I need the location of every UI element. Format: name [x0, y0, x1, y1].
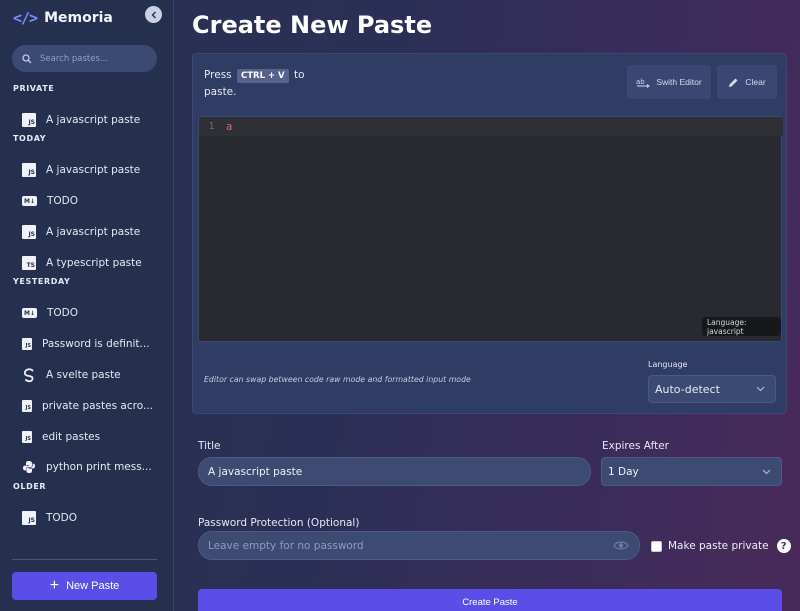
help-icon[interactable]: ?: [776, 539, 791, 553]
hint-prefix: Press: [204, 69, 232, 81]
javascript-file-icon: JS: [22, 511, 36, 525]
text-format-icon: ab: [636, 78, 651, 88]
brand[interactable]: </> Memoria: [13, 7, 113, 29]
javascript-file-icon: JS: [22, 400, 32, 412]
markdown-file-icon: M↓: [22, 196, 37, 206]
chevron-down-icon: [762, 469, 771, 474]
sidebar-item[interactable]: python print mess...: [22, 457, 157, 477]
title-label: Title: [198, 440, 221, 452]
typescript-file-icon: TS: [22, 256, 36, 270]
sidebar: </> Memoria PRIVATE JS A javascript past…: [0, 0, 174, 611]
sidebar-item-label: Password is definit...: [42, 338, 150, 350]
page-title: Create New Paste: [192, 11, 433, 39]
search-icon: [22, 53, 32, 63]
sidebar-item[interactable]: M↓ TODO: [22, 191, 157, 211]
switch-editor-label: Swith Editor: [656, 77, 702, 87]
sidebar-item-label: A javascript paste: [46, 114, 141, 126]
code-brackets-icon: </>: [13, 9, 38, 27]
new-paste-label: New Paste: [66, 580, 120, 592]
sidebar-item-label: private pastes acro...: [42, 400, 153, 412]
line-number: 1: [208, 121, 215, 132]
sidebar-item[interactable]: JS A javascript paste: [22, 160, 157, 180]
sidebar-item-label: A javascript paste: [46, 164, 141, 176]
section-label-today: TODAY: [13, 134, 47, 143]
create-paste-label: Create Paste: [462, 597, 518, 608]
password-label: Password Protection (Optional): [198, 517, 360, 529]
create-paste-button[interactable]: Create Paste: [198, 589, 782, 611]
private-toggle[interactable]: Make paste private ?: [651, 539, 791, 553]
javascript-file-icon: JS: [22, 338, 32, 350]
sidebar-item[interactable]: JS A javascript paste: [22, 110, 157, 130]
svg-text:ab: ab: [636, 78, 645, 86]
password-input[interactable]: Leave empty for no password: [198, 531, 640, 560]
expires-select[interactable]: 1 Day: [601, 457, 782, 486]
sidebar-item[interactable]: TS A typescript paste: [22, 253, 157, 273]
expires-label: Expires After: [602, 440, 669, 452]
switch-editor-button[interactable]: ab Swith Editor: [627, 65, 711, 99]
sidebar-item[interactable]: JS edit pastes: [22, 427, 157, 447]
brand-name: Memoria: [44, 10, 113, 26]
sidebar-item-label: A svelte paste: [46, 369, 121, 381]
python-icon: [23, 461, 35, 473]
sidebar-item-label: A typescript paste: [46, 257, 142, 269]
sidebar-item[interactable]: A svelte paste: [22, 365, 157, 385]
new-paste-button[interactable]: + New Paste: [12, 572, 157, 600]
plus-icon: +: [49, 577, 60, 594]
paste-hint: Press CTRL + V to paste.: [204, 67, 314, 101]
code-editor[interactable]: 1 a Language: javascript: [198, 116, 783, 342]
language-select[interactable]: Auto-detect: [648, 375, 776, 403]
sidebar-item-label: edit pastes: [42, 431, 101, 443]
sidebar-item-label: A javascript paste: [46, 226, 141, 238]
javascript-file-icon: JS: [22, 113, 36, 127]
eye-icon[interactable]: [613, 540, 629, 551]
shortcut-key: CTRL + V: [236, 69, 289, 83]
javascript-file-icon: JS: [22, 163, 36, 177]
editor-card: Press CTRL + V to paste. ab Swith Editor…: [192, 53, 787, 414]
language-label: Language: [648, 360, 688, 369]
private-checkbox[interactable]: [651, 540, 662, 552]
javascript-file-icon: JS: [22, 431, 32, 443]
expires-value: 1 Day: [608, 465, 639, 478]
sidebar-item[interactable]: JS private pastes acro...: [22, 396, 157, 416]
section-label-private: PRIVATE: [13, 84, 55, 93]
sidebar-item-label: TODO: [47, 307, 79, 319]
code-text: a: [226, 120, 233, 133]
password-placeholder: Leave empty for no password: [208, 539, 364, 552]
section-label-older: OLDER: [13, 482, 47, 491]
sidebar-item[interactable]: JS A javascript paste: [22, 222, 157, 242]
editor-note: Editor can swap between code raw mode an…: [204, 375, 471, 384]
clear-button[interactable]: Clear: [717, 65, 777, 99]
sidebar-item[interactable]: JS TODO: [22, 508, 157, 528]
sidebar-item-label: TODO: [47, 195, 79, 207]
title-value: A javascript paste: [208, 465, 303, 478]
code-line: 1 a: [199, 117, 783, 136]
chevron-down-icon: [756, 386, 765, 392]
sidebar-divider: [12, 559, 157, 560]
sidebar-item-label: TODO: [46, 512, 78, 524]
private-label: Make paste private: [668, 540, 769, 552]
sidebar-item[interactable]: JS Password is definit...: [22, 334, 157, 354]
clear-label: Clear: [745, 77, 766, 87]
sidebar-item[interactable]: M↓ TODO: [22, 303, 157, 323]
language-tag: Language: javascript: [702, 317, 781, 336]
svelte-icon: [23, 367, 34, 382]
javascript-file-icon: JS: [22, 225, 36, 239]
pencil-icon: [729, 78, 738, 87]
chevron-left-icon: [151, 11, 156, 18]
search-input[interactable]: [40, 53, 140, 64]
section-label-yesterday: YESTERDAY: [13, 277, 71, 286]
search-box[interactable]: [12, 45, 157, 72]
sidebar-item-label: python print mess...: [46, 461, 152, 473]
title-input[interactable]: A javascript paste: [198, 457, 591, 486]
language-value: Auto-detect: [655, 382, 720, 396]
markdown-file-icon: M↓: [22, 308, 37, 318]
collapse-sidebar-button[interactable]: [145, 6, 162, 23]
